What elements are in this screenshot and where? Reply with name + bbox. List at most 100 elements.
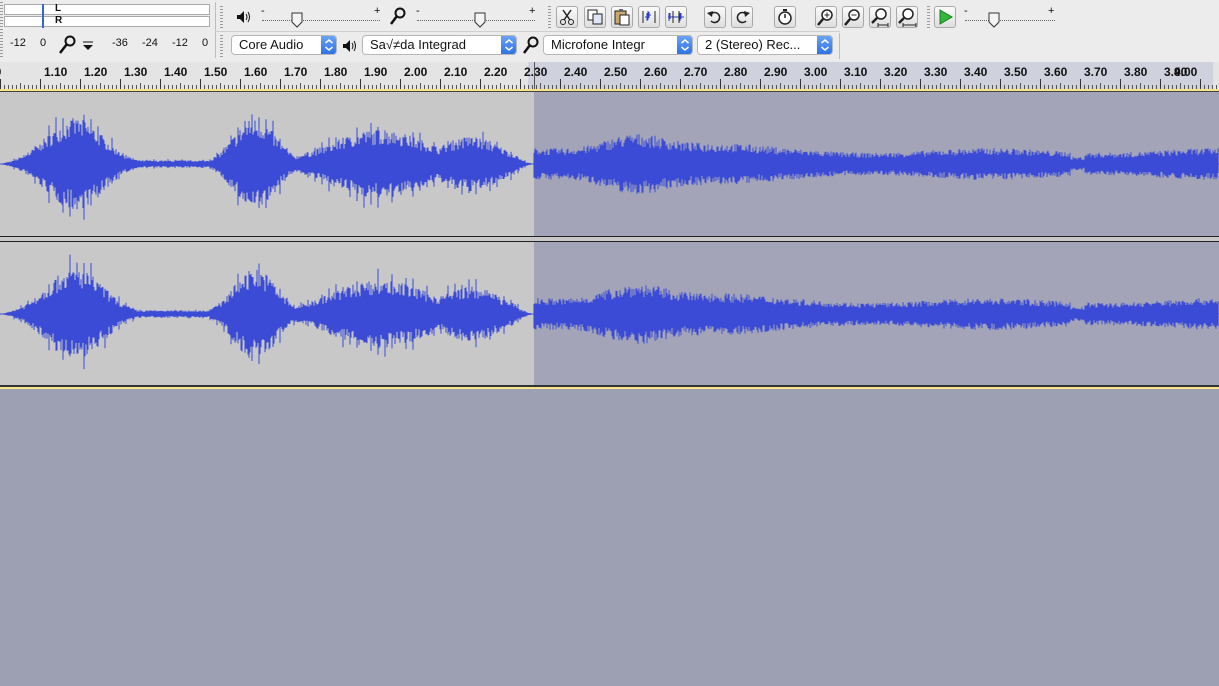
- ruler-tick-line: [360, 79, 361, 89]
- ruler-tick-line: [920, 79, 921, 89]
- paste-icon: [614, 9, 630, 26]
- audio-host-select[interactable]: Core Audio: [231, 35, 337, 55]
- ruler-tick-line: [440, 79, 441, 89]
- ruler-tick-label: 2.00: [404, 65, 428, 79]
- waveform-right-channel: [0, 254, 1219, 370]
- toolbar-grip[interactable]: [0, 2, 3, 58]
- toolbar-grip[interactable]: [220, 6, 223, 28]
- cut-button[interactable]: [556, 6, 578, 28]
- ruler-tick-label: 3.10: [844, 65, 868, 79]
- undo-icon: [707, 11, 721, 24]
- trim-button[interactable]: [638, 6, 660, 28]
- playback-meter-tick: 0: [202, 37, 209, 49]
- ruler-tick-label: 3.50: [1004, 65, 1028, 79]
- ruler-tick-label: 1.00: [0, 65, 1, 79]
- ruler-tick-line: [280, 79, 281, 89]
- playback-device-value: Sa√≠da Integrad: [370, 37, 466, 52]
- ruler-tick-label: 1.60: [244, 65, 268, 79]
- ruler-tick-line: [560, 79, 561, 89]
- ruler-tick-label: 1.50: [204, 65, 228, 79]
- ruler-tick-label: 1.90: [364, 65, 388, 79]
- ruler-tick-line: [600, 79, 601, 89]
- ruler-tick-label: 3.60: [1044, 65, 1068, 79]
- fit-selection-icon: [871, 8, 889, 27]
- fit-project-button[interactable]: [896, 6, 918, 28]
- ruler-tick-label: 3.20: [884, 65, 908, 79]
- ruler-tick-line: [40, 79, 41, 89]
- sync-lock-icon: [778, 9, 792, 25]
- ruler-tick-line: [80, 79, 81, 89]
- ruler-tick-line: [880, 79, 881, 89]
- record-meter-tick: 0: [40, 37, 47, 49]
- select-arrow-icon: [677, 36, 692, 54]
- copy-button[interactable]: [584, 6, 606, 28]
- ruler-tick-label: 1.70: [284, 65, 308, 79]
- slider-max: +: [374, 5, 381, 17]
- ruler-tick-line: [680, 79, 681, 89]
- slider-max: +: [1048, 5, 1055, 17]
- ruler-tick-label: 2.20: [484, 65, 508, 79]
- toolbar-grip[interactable]: [548, 6, 551, 28]
- playback-device-select[interactable]: Sa√≠da Integrad: [362, 35, 517, 55]
- playback-meter-tick: -12: [172, 37, 188, 49]
- zoom-in-button[interactable]: [815, 6, 837, 28]
- ruler-tick-label: 1.30: [124, 65, 148, 79]
- waveform[interactable]: [0, 90, 1219, 390]
- ruler-tick-label: 3.40: [964, 65, 988, 79]
- recording-device-value: Microfone Integr: [551, 37, 645, 52]
- ruler-tick-line: [720, 79, 721, 89]
- trim-icon: [642, 11, 656, 23]
- recording-volume-slider[interactable]: [474, 12, 486, 28]
- play-at-speed-button[interactable]: [934, 6, 956, 28]
- recording-meter[interactable]: L R: [4, 3, 210, 28]
- ruler-tick-line: [760, 79, 761, 89]
- ruler-tick-line: [960, 79, 961, 89]
- recording-device-select[interactable]: Microfone Integr: [543, 35, 693, 55]
- sync-lock-button[interactable]: [774, 6, 796, 28]
- zoom-out-button[interactable]: [842, 6, 864, 28]
- recording-channels-select[interactable]: 2 (Stereo) Rec...: [697, 35, 833, 55]
- empty-track-area[interactable]: [0, 389, 1219, 686]
- ruler-tick-line: [160, 79, 161, 89]
- paste-button[interactable]: [611, 6, 633, 28]
- ruler-tick-line: [1160, 79, 1161, 89]
- ruler-tick-label: 1.10: [44, 65, 68, 79]
- selection-start-marker[interactable]: [534, 62, 535, 89]
- fit-project-icon: [898, 8, 917, 27]
- ruler-tick-line: [1080, 79, 1081, 89]
- ruler-tick-line: [520, 79, 521, 89]
- undo-button[interactable]: [704, 6, 726, 28]
- fit-selection-button[interactable]: [869, 6, 891, 28]
- play-speed-slider[interactable]: [988, 12, 1000, 28]
- play-speed-track[interactable]: [965, 20, 1055, 22]
- ruler-tick-line: [800, 79, 801, 89]
- ruler-tick-line: [120, 79, 121, 89]
- zoom-out-icon: [844, 9, 860, 26]
- ruler-tick-line: [240, 79, 241, 89]
- redo-button[interactable]: [731, 6, 753, 28]
- slider-min: -: [964, 5, 968, 17]
- speaker-icon: [341, 38, 357, 54]
- select-arrow-icon: [501, 36, 516, 54]
- zoom-in-icon: [817, 9, 833, 26]
- ruler-tick-label: 3.00: [804, 65, 828, 79]
- divider: [839, 33, 840, 59]
- silence-button[interactable]: [665, 6, 687, 28]
- meter-channel-r: R: [55, 15, 63, 26]
- ruler-tick-label: 2.60: [644, 65, 668, 79]
- ruler-tick-line: [320, 79, 321, 89]
- toolbar-grip[interactable]: [220, 35, 223, 57]
- timeline-ruler[interactable]: 1.00 1.10 1.20 1.30 1.40 1.50 1.60 1.70 1.80 1.90…: [0, 62, 1219, 90]
- slider-min: -: [261, 5, 265, 17]
- toolbar: L R -12 0 -36 -24 -12 0 - + - + - + Core…: [0, 0, 1219, 63]
- ruler-tick-label: 1.20: [84, 65, 108, 79]
- playback-volume-track[interactable]: [262, 20, 380, 22]
- microphone-icon[interactable]: [57, 35, 79, 55]
- chevron-down-icon[interactable]: [81, 40, 95, 52]
- ruler-tick-label: 1.80: [324, 65, 348, 79]
- playback-volume-slider[interactable]: [291, 12, 303, 28]
- microphone-icon: [388, 7, 408, 27]
- toolbar-grip[interactable]: [927, 6, 930, 28]
- ruler-tick-label: 2.50: [604, 65, 628, 79]
- ruler-tick-label: 3.30: [924, 65, 948, 79]
